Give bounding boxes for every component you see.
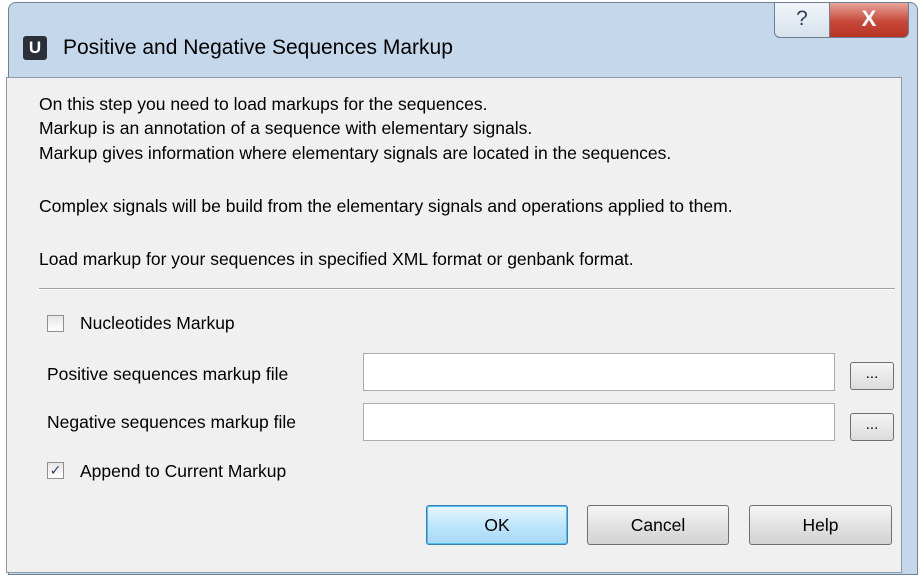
nucleotides-markup-label[interactable]: Nucleotides Markup [80,313,235,334]
nucleotides-markup-checkbox[interactable] [47,315,64,332]
window-title: Positive and Negative Sequences Markup [63,36,453,59]
positive-browse-button[interactable]: ... [850,362,894,390]
positive-file-input[interactable] [363,353,835,391]
close-icon: X [861,6,877,31]
app-logo-icon: U [23,36,47,60]
ok-button[interactable]: OK [426,505,568,545]
help-button[interactable]: Help [749,505,892,545]
negative-browse-button[interactable]: ... [850,413,894,441]
description-line-3: Markup gives information where elementar… [39,143,672,163]
separator [39,288,895,290]
question-mark-icon: ? [796,7,808,30]
append-markup-checkbox[interactable]: ✓ [47,462,64,479]
description-line-2: Markup is an annotation of a sequence wi… [39,118,533,138]
description-line-4: Complex signals will be build from the e… [39,196,733,216]
cancel-button[interactable]: Cancel [587,505,729,545]
help-titlebar-button[interactable]: ? [774,2,830,38]
append-markup-label[interactable]: Append to Current Markup [80,461,286,482]
close-button[interactable]: X [829,2,909,38]
negative-file-label: Negative sequences markup file [47,412,297,432]
negative-file-input[interactable] [363,403,835,441]
positive-file-label: Positive sequences markup file [47,364,289,384]
title-bar: U Positive and Negative Sequences Markup… [9,2,917,81]
description-line-5: Load markup for your sequences in specif… [39,249,634,269]
checkmark-icon: ✓ [49,462,62,478]
description-line-1: On this step you need to load markups fo… [39,94,488,114]
